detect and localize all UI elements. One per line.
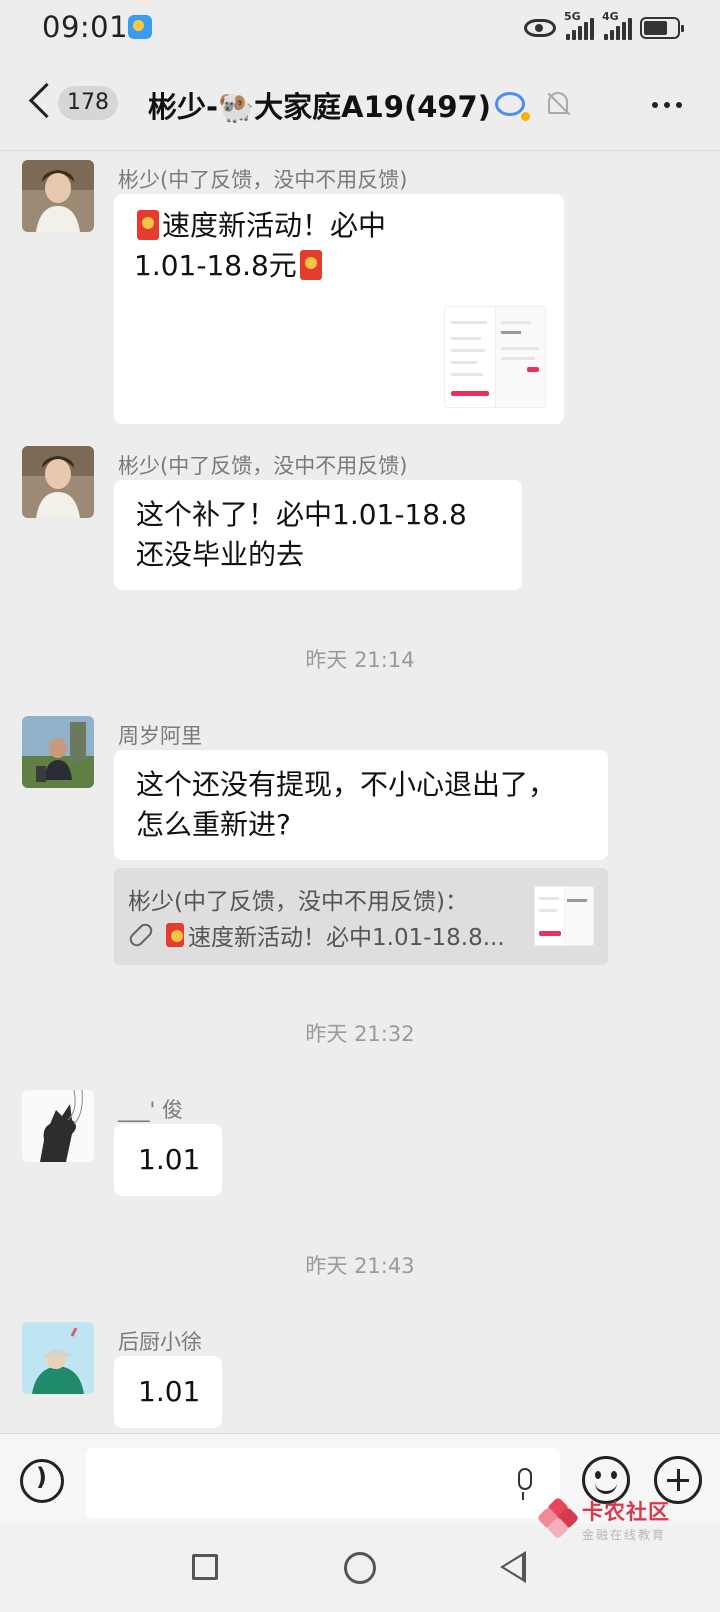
- signal-4g-icon: 4G: [602, 10, 632, 40]
- watermark-logo: [536, 1496, 580, 1540]
- sender-name: 后厨小徐: [118, 1330, 202, 1354]
- avatar[interactable]: [22, 160, 94, 232]
- message-text: 1.01: [138, 1375, 201, 1408]
- eye-icon: [524, 19, 556, 37]
- message-bubble[interactable]: 1.01: [114, 1124, 222, 1196]
- network-label-4g: 4G: [602, 10, 619, 23]
- weather-icon: [128, 15, 152, 39]
- timestamp: 昨天 21:43: [305, 1254, 415, 1278]
- timestamp: 昨天 21:14: [305, 648, 415, 672]
- watermark-title: 卡农社区: [582, 1500, 670, 1524]
- voice-icon[interactable]: [20, 1459, 64, 1503]
- watermark: 卡农社区 金融在线教育: [536, 1492, 690, 1552]
- recent-apps-button[interactable]: [192, 1554, 218, 1580]
- quote-text: 速度新活动！必中1.01-18.8...: [188, 925, 505, 951]
- signal-5g-icon: 5G: [564, 10, 594, 40]
- status-time: 09:01: [42, 10, 129, 44]
- avatar[interactable]: [22, 1322, 94, 1394]
- message-bubble[interactable]: 1.01: [114, 1356, 222, 1428]
- watermark-subtitle: 金融在线教育: [582, 1528, 667, 1542]
- battery-icon: [640, 17, 684, 39]
- quote-thumbnail: [534, 886, 594, 946]
- quote-sender: 彬少(中了反馈，没中不用反馈)：: [128, 889, 468, 915]
- screenshot-thumbnail[interactable]: [444, 306, 546, 408]
- link-icon: [126, 920, 156, 950]
- message-bubble[interactable]: 速度新活动！必中 1.01-18.8元: [114, 194, 564, 424]
- unread-count-badge[interactable]: 178: [58, 86, 118, 120]
- quoted-message[interactable]: 彬少(中了反馈，没中不用反馈)： 速度新活动！必中1.01-18.8...: [114, 868, 608, 965]
- status-bar: 09:01 5G 4G: [0, 0, 720, 56]
- message-text: 1.01: [138, 1143, 201, 1176]
- message-text: 怎么重新进?: [136, 808, 291, 841]
- group-chat-icon[interactable]: [495, 92, 530, 121]
- nav-back-button[interactable]: [500, 1551, 526, 1583]
- avatar[interactable]: [22, 446, 94, 518]
- status-icons: 5G 4G: [524, 10, 684, 42]
- more-icon[interactable]: [652, 102, 682, 108]
- sender-name: ___' 俊: [118, 1098, 183, 1122]
- message-text: 这个还没有提现，不小心退出了，: [136, 768, 557, 801]
- message-text: 这个补了！必中1.01-18.8: [136, 498, 467, 531]
- network-label-5g: 5G: [564, 10, 581, 23]
- message-bubble[interactable]: 这个补了！必中1.01-18.8 还没毕业的去: [114, 480, 522, 590]
- message-text: 还没毕业的去: [136, 538, 305, 571]
- sender-name: 周岁阿里: [118, 724, 202, 748]
- mic-icon[interactable]: [518, 1468, 532, 1500]
- red-packet-icon: [166, 923, 184, 947]
- chat-header: 178 彬少-🐏大家庭A19(497): [0, 58, 720, 151]
- red-packet-icon: [299, 250, 322, 280]
- message-input[interactable]: [86, 1448, 560, 1518]
- sender-name: 彬少(中了反馈，没中不用反馈): [118, 454, 408, 478]
- message-text: 速度新活动！必中: [162, 209, 387, 242]
- mute-bell-icon: [548, 92, 568, 114]
- timestamp: 昨天 21:32: [305, 1022, 415, 1046]
- red-packet-icon: [137, 210, 159, 240]
- sender-name: 彬少(中了反馈，没中不用反馈): [118, 168, 408, 192]
- quote-content: 速度新活动！必中1.01-18.8...: [126, 918, 505, 952]
- avatar[interactable]: [22, 716, 94, 788]
- chat-title[interactable]: 彬少-🐏大家庭A19(497): [148, 84, 491, 126]
- home-button[interactable]: [344, 1552, 376, 1584]
- message-text: 1.01-18.8元: [134, 249, 297, 282]
- avatar[interactable]: [22, 1090, 94, 1162]
- message-bubble[interactable]: 这个还没有提现，不小心退出了， 怎么重新进?: [114, 750, 608, 860]
